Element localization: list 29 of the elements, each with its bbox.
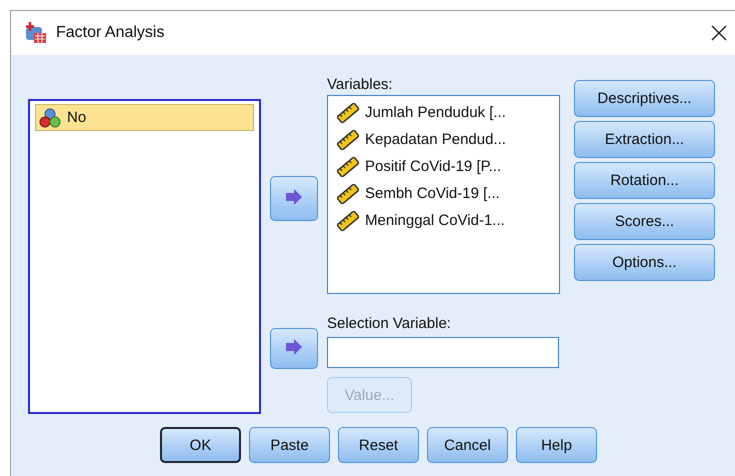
dialog-button[interactable]: Rotation...: [574, 162, 715, 199]
arrow-icon: [285, 338, 303, 354]
variable-item[interactable]: No: [35, 104, 254, 131]
close-icon[interactable]: [711, 25, 727, 41]
dialog-button[interactable]: OK: [160, 427, 241, 463]
dialog-button[interactable]: Help: [516, 427, 597, 463]
dialog-button[interactable]: Options...: [574, 244, 715, 281]
selection-variable-label: Selection Variable:: [327, 315, 452, 334]
variable-list[interactable]: Jumlah Penduduk [... Kepadatan Pendud... Positif CoVid-19 [P... Sembh CoVid-19 [... Meninggal CoVid-1...: [327, 95, 560, 294]
dialog-button[interactable]: Paste: [249, 427, 330, 463]
variable-item[interactable]: Kepadatan Pendud...: [333, 126, 554, 153]
variable-list[interactable]: No: [28, 99, 261, 414]
dialog-button[interactable]: Reset: [338, 427, 419, 463]
variables-label: Variables:: [327, 76, 394, 95]
dialog-button[interactable]: Extraction...: [574, 121, 715, 158]
move-right-button[interactable]: [270, 328, 318, 369]
dialog-button[interactable]: Descriptives...: [574, 80, 715, 117]
move-right-button[interactable]: [270, 176, 318, 221]
nominal-variable-icon: [39, 108, 61, 128]
dialog-button[interactable]: Cancel: [427, 427, 508, 463]
window-title: Factor Analysis: [56, 24, 164, 42]
selection-variable-field[interactable]: [327, 337, 559, 368]
variable-item[interactable]: Positif CoVid-19 [P...: [333, 153, 554, 180]
variable-item[interactable]: Sembh CoVid-19 [...: [333, 180, 554, 207]
app-icon: [24, 22, 48, 44]
dialog-button[interactable]: Scores...: [574, 203, 715, 240]
variable-item[interactable]: Meninggal CoVid-1...: [333, 207, 554, 234]
arrow-icon: [285, 188, 303, 204]
variable-item[interactable]: Jumlah Penduduk [...: [333, 99, 554, 126]
